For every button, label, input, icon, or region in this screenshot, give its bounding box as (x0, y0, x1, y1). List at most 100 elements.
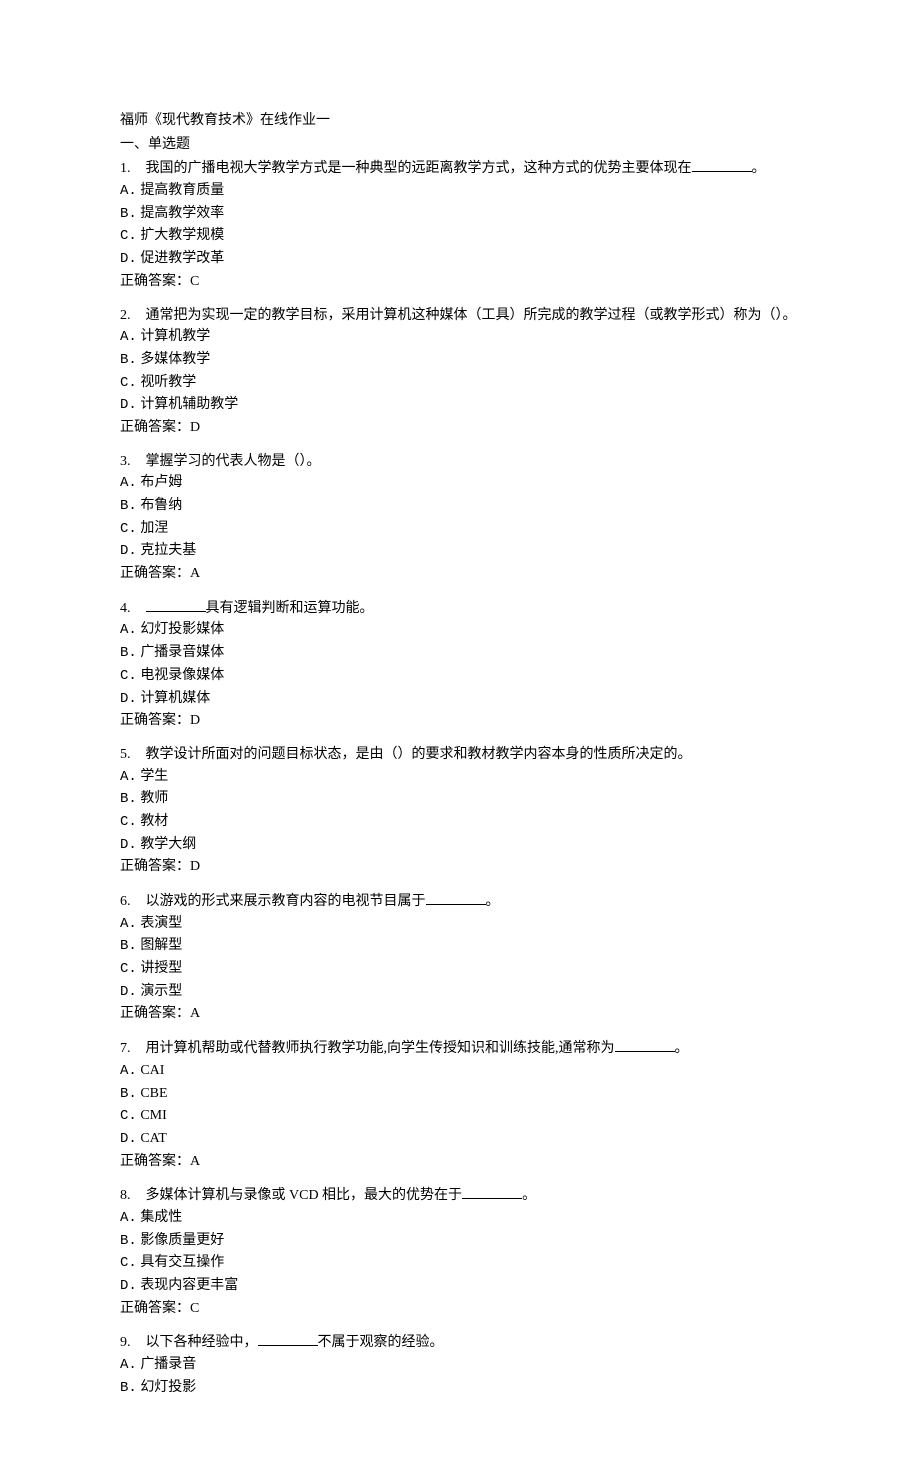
question-stem: 2. 通常把为实现一定的教学目标，采用计算机这种媒体（工具）所完成的教学过程（或… (120, 305, 800, 327)
correct-answer: 正确答案：D (120, 417, 800, 439)
stem-text-post: 。 (752, 161, 766, 176)
option-text: 学生 (140, 769, 168, 784)
stem-text-pre: 以游戏的形式来展示教育内容的电视节目属于 (146, 894, 426, 909)
option-text: 教师 (140, 791, 168, 806)
stem-text-post: 。 (675, 1041, 689, 1056)
correct-answer: 正确答案：A (120, 1151, 800, 1173)
question-stem: 7. 用计算机帮助或代替教师执行教学功能,向学生传授知识和训练技能,通常称为。 (120, 1037, 800, 1060)
answer-value: C (190, 274, 199, 289)
option-label: C. (120, 666, 137, 688)
question-option[interactable]: A. 计算机教学 (120, 326, 800, 349)
option-text: 集成性 (140, 1210, 182, 1225)
question-option[interactable]: C. 电视录像媒体 (120, 665, 800, 688)
question-number: 4. (120, 598, 142, 620)
question-option[interactable]: A. 提高教育质量 (120, 180, 800, 203)
question-option[interactable]: A. 学生 (120, 766, 800, 789)
question-option[interactable]: D. 表现内容更丰富 (120, 1275, 800, 1298)
option-label: B. (120, 1231, 137, 1253)
correct-answer: 正确答案：D (120, 710, 800, 732)
option-text: 教学大纲 (140, 837, 196, 852)
question-number: 2. (120, 305, 142, 327)
question-number: 5. (120, 744, 142, 766)
question-option[interactable]: D. 计算机媒体 (120, 688, 800, 711)
question-option[interactable]: D. CAT (120, 1128, 800, 1151)
option-text: CAT (140, 1131, 166, 1146)
question-option[interactable]: A. 集成性 (120, 1207, 800, 1230)
question-option[interactable]: D. 促进教学改革 (120, 248, 800, 271)
option-text: 影像质量更好 (140, 1233, 224, 1248)
question-option[interactable]: C. 扩大教学规模 (120, 225, 800, 248)
answer-label: 正确答案： (120, 274, 190, 289)
answer-value: D (190, 713, 200, 728)
question-number: 3. (120, 451, 142, 473)
option-text: 图解型 (140, 938, 182, 953)
question-option[interactable]: C. 讲授型 (120, 958, 800, 981)
question-option[interactable]: C. CMI (120, 1105, 800, 1128)
question-option[interactable]: D. 演示型 (120, 981, 800, 1004)
option-text: CMI (140, 1108, 166, 1123)
answer-value: D (190, 859, 200, 874)
answer-value: A (190, 1006, 200, 1021)
question: 6. 以游戏的形式来展示教育内容的电视节目属于。A. 表演型B. 图解型C. 讲… (120, 890, 800, 1025)
fill-blank (146, 597, 206, 612)
option-text: 加涅 (140, 521, 168, 536)
option-text: 计算机教学 (140, 329, 210, 344)
stem-text-post: 不属于观察的经验。 (318, 1335, 444, 1350)
question-stem: 9. 以下各种经验中，不属于观察的经验。 (120, 1331, 800, 1354)
option-text: 视听教学 (140, 375, 196, 390)
fill-blank (426, 890, 486, 905)
question-option[interactable]: B. 广播录音媒体 (120, 642, 800, 665)
question: 3. 掌握学习的代表人物是（）。A. 布卢姆B. 布鲁纳C. 加涅D. 克拉夫基… (120, 451, 800, 585)
option-text: CBE (140, 1086, 167, 1101)
question-option[interactable]: B. 图解型 (120, 935, 800, 958)
question-stem: 8. 多媒体计算机与录像或 VCD 相比，最大的优势在于。 (120, 1184, 800, 1207)
option-label: A. (120, 1355, 137, 1377)
question-option[interactable]: C. 教材 (120, 811, 800, 834)
question-option[interactable]: C. 具有交互操作 (120, 1252, 800, 1275)
question-option[interactable]: A. 表演型 (120, 913, 800, 936)
question-option[interactable]: B. 多媒体教学 (120, 349, 800, 372)
question-option[interactable]: B. 提高教学效率 (120, 203, 800, 226)
question-option[interactable]: B. CBE (120, 1083, 800, 1106)
option-label: C. (120, 1253, 137, 1275)
question-stem: 3. 掌握学习的代表人物是（）。 (120, 451, 800, 473)
option-label: B. (120, 204, 137, 226)
stem-text-post: 具有逻辑判断和运算功能。 (206, 601, 374, 616)
question-option[interactable]: B. 幻灯投影 (120, 1377, 800, 1400)
question-option[interactable]: A. 广播录音 (120, 1354, 800, 1377)
option-label: D. (120, 689, 137, 711)
option-label: D. (120, 982, 137, 1004)
question-option[interactable]: B. 教师 (120, 788, 800, 811)
fill-blank (615, 1037, 675, 1052)
question-option[interactable]: A. 布卢姆 (120, 472, 800, 495)
question-option[interactable]: C. 加涅 (120, 518, 800, 541)
option-label: B. (120, 496, 137, 518)
option-label: D. (120, 395, 137, 417)
option-label: D. (120, 835, 137, 857)
question-stem: 4. 具有逻辑判断和运算功能。 (120, 597, 800, 620)
question-option[interactable]: D. 教学大纲 (120, 834, 800, 857)
question-number: 1. (120, 158, 142, 180)
question-option[interactable]: A. CAI (120, 1060, 800, 1083)
option-text: 演示型 (140, 984, 182, 999)
question-option[interactable]: D. 克拉夫基 (120, 540, 800, 563)
option-text: 提高教学效率 (140, 206, 224, 221)
question-option[interactable]: C. 视听教学 (120, 372, 800, 395)
question: 1. 我国的广播电视大学教学方式是一种典型的远距离教学方式，这种方式的优势主要体… (120, 157, 800, 292)
option-label: A. (120, 1208, 137, 1230)
question-option[interactable]: B. 布鲁纳 (120, 495, 800, 518)
option-text: 幻灯投影媒体 (140, 622, 224, 637)
question-option[interactable]: D. 计算机辅助教学 (120, 394, 800, 417)
question-option[interactable]: B. 影像质量更好 (120, 1230, 800, 1253)
question: 8. 多媒体计算机与录像或 VCD 相比，最大的优势在于。A. 集成性B. 影像… (120, 1184, 800, 1319)
question-option[interactable]: A. 幻灯投影媒体 (120, 619, 800, 642)
correct-answer: 正确答案：C (120, 1298, 800, 1320)
option-label: B. (120, 1378, 137, 1400)
question-number: 7. (120, 1038, 142, 1060)
answer-label: 正确答案： (120, 566, 190, 581)
correct-answer: 正确答案：D (120, 856, 800, 878)
stem-text-pre: 多媒体计算机与录像或 VCD 相比，最大的优势在于 (146, 1188, 463, 1203)
option-text: 扩大教学规模 (140, 228, 224, 243)
questions-container: 1. 我国的广播电视大学教学方式是一种典型的远距离教学方式，这种方式的优势主要体… (120, 157, 800, 1407)
question: 9. 以下各种经验中，不属于观察的经验。A. 广播录音B. 幻灯投影 (120, 1331, 800, 1399)
